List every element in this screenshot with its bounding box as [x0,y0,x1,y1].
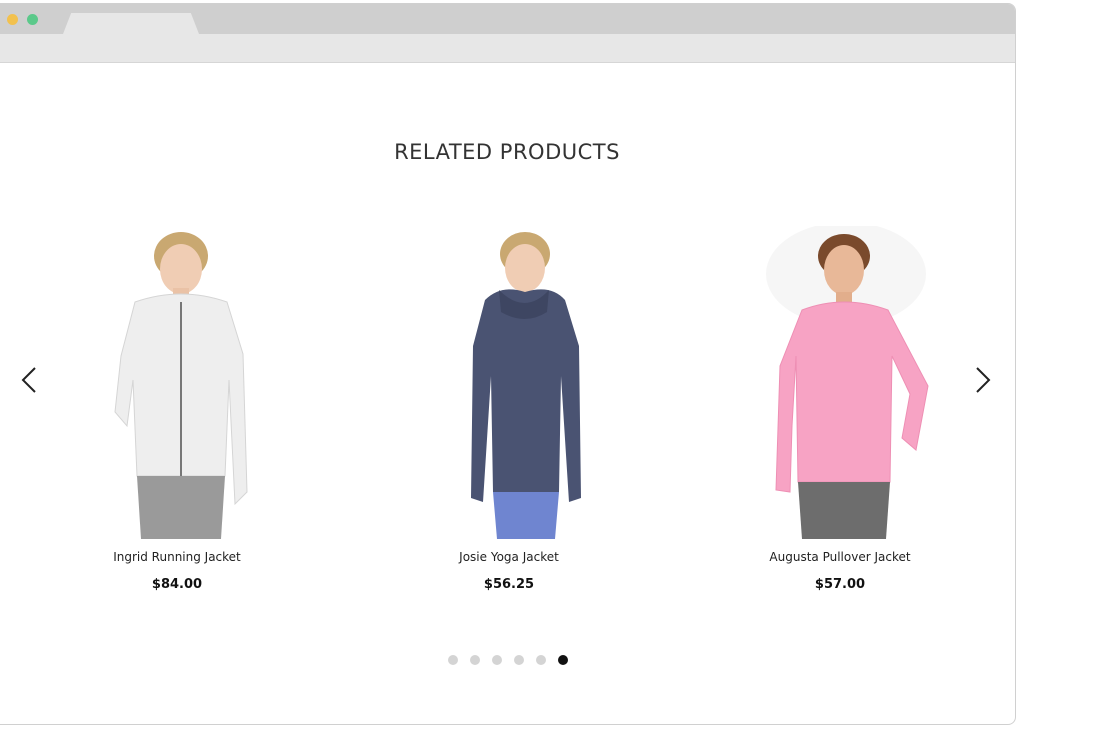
chevron-left-icon [21,367,36,393]
product-card[interactable]: Augusta Pullover Jacket $57.00 [720,222,960,592]
minimize-window-button[interactable] [7,14,18,25]
chevron-right-icon [976,367,991,393]
carousel-page-dot-4[interactable] [514,655,524,665]
product-image[interactable] [720,222,960,539]
carousel-page-dot-1[interactable] [448,655,458,665]
browser-window: RELATED PRODUCTS Ingrid Running Jacket $… [0,3,1016,725]
product-image[interactable] [389,226,629,539]
carousel-prev-button[interactable] [17,365,43,395]
product-price: $56.25 [483,577,535,592]
section-title: RELATED PRODUCTS [394,140,620,164]
product-price: $84.00 [151,577,203,592]
product-name[interactable]: Ingrid Running Jacket [57,550,297,564]
carousel-page-dot-5[interactable] [536,655,546,665]
product-name[interactable]: Augusta Pullover Jacket [720,550,960,564]
product-name[interactable]: Josie Yoga Jacket [389,550,629,564]
carousel-page-dot-3[interactable] [492,655,502,665]
browser-titlebar [0,4,1015,34]
product-image[interactable] [57,226,297,539]
product-card[interactable]: Ingrid Running Jacket $84.00 [57,226,297,592]
carousel-pagination [448,655,568,665]
carousel-page-dot-6[interactable] [558,655,568,665]
maximize-window-button[interactable] [27,14,38,25]
product-price: $57.00 [814,577,866,592]
product-card[interactable]: Josie Yoga Jacket $56.25 [389,226,629,592]
browser-tab[interactable] [63,13,199,34]
browser-toolbar [0,34,1015,63]
carousel-page-dot-2[interactable] [470,655,480,665]
carousel-next-button[interactable] [969,365,995,395]
